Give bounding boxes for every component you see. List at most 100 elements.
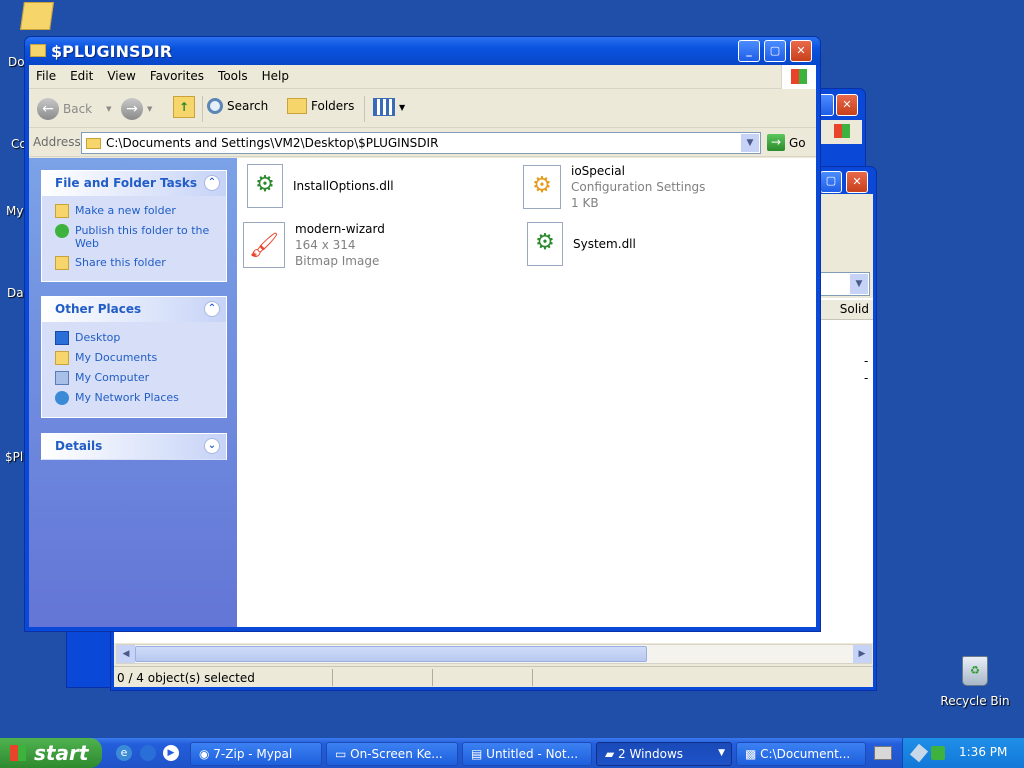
file-type: Configuration Settings [571, 180, 706, 194]
file-folder-tasks-panel: File and Folder Tasks ⌃ Make a new folder… [41, 170, 227, 282]
folder-group-icon: ▰ [605, 747, 619, 761]
back-button[interactable]: ← Back ▼ [37, 98, 112, 120]
other-places-title: Other Places [55, 302, 142, 316]
expand-chevron-icon[interactable]: ⌄ [204, 438, 220, 454]
start-button[interactable]: start [0, 738, 102, 768]
file-item-system-dll[interactable]: ⚙ System.dll [527, 222, 636, 266]
taskbar-btn-documents[interactable]: ▩ C:\Document... [736, 742, 866, 766]
file-item-iospecial[interactable]: ⚙ ioSpecial Configuration Settings 1 KB [523, 164, 705, 210]
toolbar-divider-2 [364, 96, 365, 122]
horizontal-scrollbar[interactable]: ◀ ▶ [116, 644, 872, 664]
task-publish-web[interactable]: Publish this folder to the Web [42, 221, 226, 253]
raccoon-icon: ◉ [199, 747, 214, 761]
scroll-thumb[interactable] [135, 646, 647, 662]
file-info: ioSpecial Configuration Settings 1 KB [571, 164, 705, 210]
address-label: Address [33, 135, 81, 149]
up-folder-button[interactable]: ↑ [173, 96, 195, 118]
keyboard-tray-icon[interactable] [874, 746, 892, 760]
browser-quicklaunch-icon[interactable] [140, 745, 156, 761]
file-folder-tasks-header[interactable]: File and Folder Tasks ⌃ [42, 171, 226, 196]
window-title: $PLUGINSDIR [51, 42, 173, 61]
close-button[interactable]: ✕ [790, 40, 812, 62]
taskbar-btn-label: C:\Document... [760, 747, 851, 761]
file-item-installoptions[interactable]: ⚙ InstallOptions.dll [247, 164, 394, 208]
details-header[interactable]: Details ⌄ [42, 434, 226, 459]
go-button[interactable]: → Go [767, 134, 806, 151]
menu-edit[interactable]: Edit [63, 65, 100, 86]
ie-quicklaunch-icon[interactable]: e [116, 745, 132, 761]
desktop-folder-icon[interactable] [20, 2, 54, 30]
taskbar-btn-label: 2 Windows [618, 747, 684, 761]
collapse-chevron-icon[interactable]: ⌃ [204, 175, 220, 191]
menu-file[interactable]: File [29, 65, 63, 86]
task-make-folder[interactable]: Make a new folder [42, 201, 226, 221]
place-my-computer-label: My Computer [75, 371, 150, 384]
zip-window-close-icon[interactable]: ✕ [846, 171, 868, 193]
start-label: start [34, 741, 89, 765]
taskbar-btn-osk[interactable]: ▭ On-Screen Ke... [326, 742, 458, 766]
place-my-computer[interactable]: My Computer [42, 368, 226, 388]
taskbar-btn-label: On-Screen Ke... [350, 747, 443, 761]
menu-favorites[interactable]: Favorites [143, 65, 211, 86]
folders-button[interactable]: Folders [287, 98, 354, 114]
collapse-chevron-icon[interactable]: ⌃ [204, 301, 220, 317]
scroll-left-icon[interactable]: ◀ [117, 645, 135, 663]
dll-gear-icon: ⚙ [247, 164, 283, 208]
menu-view[interactable]: View [100, 65, 142, 86]
file-folder-tasks-title: File and Folder Tasks [55, 176, 198, 190]
new-folder-icon [55, 204, 69, 218]
file-item-modern-wizard[interactable]: 🖌 modern-wizard 164 x 314 Bitmap Image [243, 222, 385, 268]
network-tray-icon[interactable] [931, 746, 945, 760]
column-header-solid[interactable]: Solid [820, 300, 873, 320]
search-label: Search [227, 99, 269, 113]
network-places-icon [55, 391, 69, 405]
menu-help[interactable]: Help [255, 65, 296, 86]
publish-web-icon [55, 224, 69, 238]
place-desktop[interactable]: Desktop [42, 328, 226, 348]
address-input[interactable]: C:\Documents and Settings\VM2\Desktop\$P… [81, 132, 761, 154]
toolbar: ← Back ▼ → ▼ ↑ Search Folders ▼ [29, 90, 816, 128]
other-places-panel: Other Places ⌃ Desktop My Documents My Co… [41, 296, 227, 418]
place-my-network[interactable]: My Network Places [42, 388, 226, 408]
my-documents-icon [55, 351, 69, 365]
keyboard-icon: ▭ [335, 747, 351, 761]
status-text: 0 / 4 object(s) selected [117, 671, 255, 685]
media-quicklaunch-icon[interactable]: ▶ [163, 745, 179, 761]
taskbar-btn-2windows[interactable]: ▰ 2 Windows ▼ [596, 742, 732, 766]
desktop-label-4[interactable]: Da [7, 286, 24, 300]
go-arrow-icon: → [767, 134, 785, 151]
taskbar-btn-label: Untitled - Not... [486, 747, 579, 761]
views-button[interactable]: ▼ [373, 98, 405, 116]
details-panel: Details ⌄ [41, 433, 227, 460]
window-client: File Edit View Favorites Tools Help ← Back ▼ … [29, 65, 816, 627]
windows-logo-icon [834, 124, 850, 138]
desktop-label-5[interactable]: $Pl [5, 450, 23, 464]
clock[interactable]: 1:36 PM [959, 745, 1007, 759]
go-label: Go [789, 135, 806, 150]
back-window-close-icon[interactable]: ✕ [836, 94, 858, 116]
desktop-label-1[interactable]: Do [8, 55, 25, 69]
menu-tools[interactable]: Tools [211, 65, 255, 86]
status-divider-3 [532, 669, 533, 686]
zip-window-max-icon[interactable]: ▢ [820, 171, 842, 193]
forward-button[interactable]: → ▼ [121, 98, 152, 120]
taskbar-btn-7zip[interactable]: ◉ 7-Zip - Mypal [190, 742, 322, 766]
desktop-label-3[interactable]: My [6, 204, 23, 218]
maximize-button[interactable]: ▢ [764, 40, 786, 62]
task-share-folder[interactable]: Share this folder [42, 253, 226, 273]
address-dropdown-icon[interactable]: ▼ [741, 134, 759, 152]
search-button[interactable]: Search [207, 98, 268, 114]
group-dropdown-icon: ▼ [718, 748, 725, 758]
minimize-button[interactable]: _ [738, 40, 760, 62]
title-bar[interactable]: $PLUGINSDIR _ ▢ ✕ [25, 37, 820, 65]
place-my-documents[interactable]: My Documents [42, 348, 226, 368]
file-view[interactable]: ⚙ InstallOptions.dll ⚙ ioSpecial Configu… [237, 158, 816, 627]
address-bar: Address C:\Documents and Settings\VM2\De… [29, 129, 816, 157]
rocket-tray-icon[interactable] [909, 743, 929, 763]
zip-path-dropdown[interactable]: ▼ [820, 272, 870, 296]
toolbar-divider [202, 96, 203, 122]
taskbar-btn-notepad[interactable]: ▤ Untitled - Not... [462, 742, 592, 766]
recycle-bin[interactable]: ♻ Recycle Bin [940, 656, 1010, 712]
other-places-header[interactable]: Other Places ⌃ [42, 297, 226, 322]
scroll-right-icon[interactable]: ▶ [853, 645, 871, 663]
